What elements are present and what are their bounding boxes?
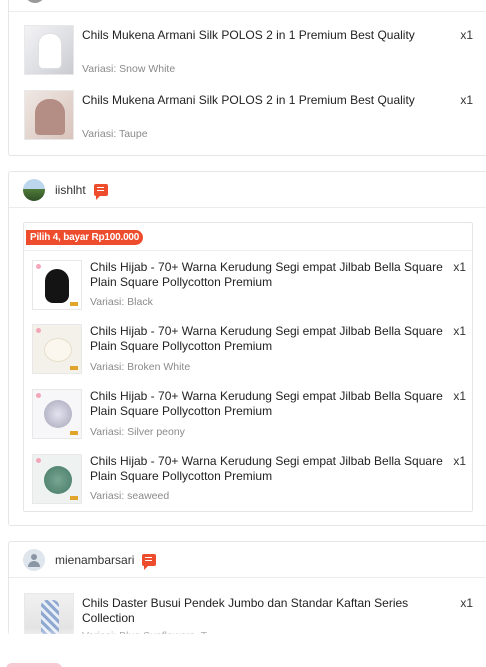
product-quantity: x1 (460, 93, 473, 107)
shop-header: mienambarsari (9, 542, 486, 578)
product-variant: Variasi: Silver peony (90, 426, 185, 438)
brand-logo-icon (36, 328, 41, 333)
product-image[interactable] (32, 324, 82, 374)
product-image[interactable] (32, 454, 82, 504)
shop-name[interactable]: mienambarsari (55, 553, 134, 567)
badge-icon (70, 366, 78, 370)
product-title: Chils Hijab - 70+ Warna Kerudung Segi em… (90, 324, 443, 353)
avatar-photo-icon[interactable] (23, 178, 45, 201)
product-image[interactable] (24, 25, 74, 75)
badge-icon (70, 302, 78, 306)
product-quantity: x1 (453, 324, 466, 338)
brand-logo-icon (36, 264, 41, 269)
brand-logo-icon (36, 393, 41, 398)
product-title: Chils Mukena Armani Silk POLOS 2 in 1 Pr… (82, 93, 415, 107)
product-image[interactable] (32, 260, 82, 310)
badge-icon (70, 496, 78, 500)
bottom-action-button[interactable] (6, 663, 62, 667)
product-variant: Variasi: Snow White (82, 63, 176, 75)
shop-name[interactable]: iishlht (55, 183, 86, 197)
badge-icon (70, 431, 78, 435)
divider (24, 250, 472, 251)
order-item[interactable]: Chils Hijab - 70+ Warna Kerudung Segi em… (32, 260, 466, 316)
product-title: Chils Hijab - 70+ Warna Kerudung Segi em… (90, 454, 443, 483)
product-variant: Variasi: Broken White (90, 361, 191, 373)
default-avatar-icon[interactable] (23, 548, 45, 571)
bottom-bar (0, 634, 486, 667)
product-image[interactable] (32, 389, 82, 439)
product-quantity: x1 (460, 28, 473, 42)
product-title: Chils Mukena Armani Silk POLOS 2 in 1 Pr… (82, 28, 415, 42)
bundle-promo-group: Pilih 4, bayar Rp100.000 Chils Hijab - 7… (23, 222, 473, 512)
product-quantity: x1 (453, 260, 466, 274)
product-quantity: x1 (453, 389, 466, 403)
promo-badge: Pilih 4, bayar Rp100.000 (26, 230, 144, 245)
shop-avatar[interactable] (25, 0, 45, 3)
product-title: Chils Hijab - 70+ Warna Kerudung Segi em… (90, 389, 443, 418)
divider (9, 11, 486, 12)
product-quantity: x1 (453, 454, 466, 468)
product-image[interactable] (24, 90, 74, 140)
order-item[interactable]: Chils Hijab - 70+ Warna Kerudung Segi em… (32, 324, 466, 380)
product-variant: Variasi: Taupe (82, 128, 148, 140)
product-title: Chils Hijab - 70+ Warna Kerudung Segi em… (90, 260, 443, 289)
order-item[interactable]: Chils Hijab - 70+ Warna Kerudung Segi em… (32, 454, 466, 510)
order-item[interactable]: Chils Mukena Armani Silk POLOS 2 in 1 Pr… (24, 90, 473, 148)
product-quantity: x1 (460, 596, 473, 610)
brand-logo-icon (36, 458, 41, 463)
order-item[interactable]: Chils Mukena Armani Silk POLOS 2 in 1 Pr… (24, 25, 473, 83)
shop-card-top: Chils Mukena Armani Silk POLOS 2 in 1 Pr… (8, 0, 486, 156)
shop-header: iishlht (9, 172, 486, 208)
product-variant: Variasi: seaweed (90, 490, 170, 502)
chat-icon[interactable] (93, 183, 108, 200)
chat-icon[interactable] (142, 553, 157, 570)
product-variant: Variasi: Black (90, 296, 153, 308)
shop-card-iishlht: iishlht Pilih 4, bayar Rp100.000 Chils H… (8, 171, 486, 526)
product-title: Chils Daster Busui Pendek Jumbo dan Stan… (82, 596, 409, 625)
order-item[interactable]: Chils Hijab - 70+ Warna Kerudung Segi em… (32, 389, 466, 445)
